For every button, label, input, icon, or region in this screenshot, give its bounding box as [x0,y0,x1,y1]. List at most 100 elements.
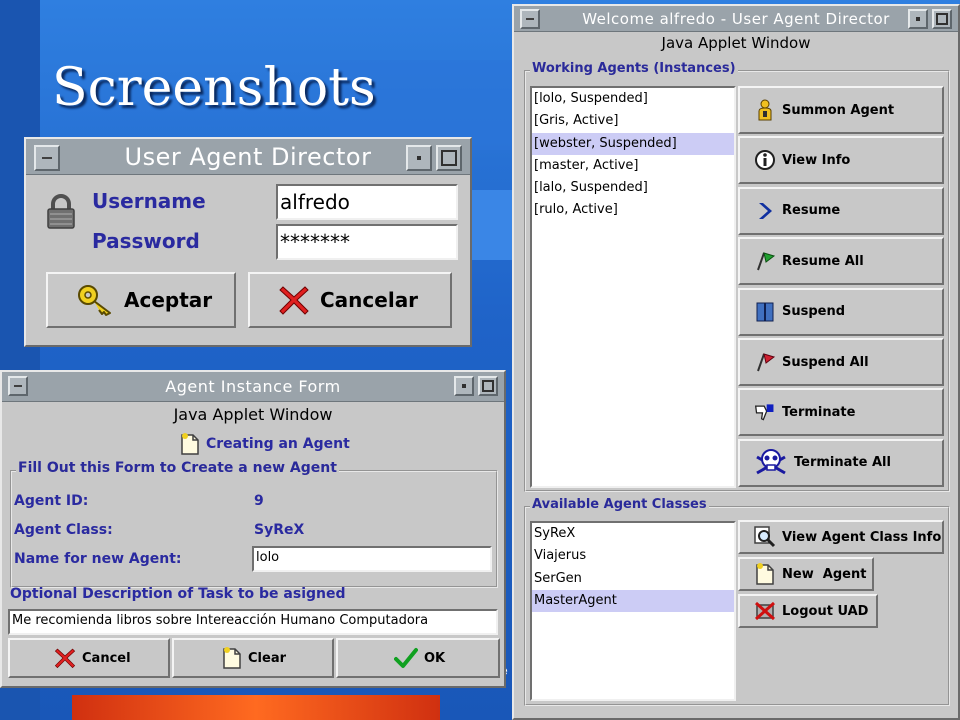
agent-id-value: 9 [254,493,264,509]
description-label: Optional Description of Task to be asign… [10,586,346,602]
username-input[interactable]: alfredo [276,184,458,220]
pause-icon [754,301,776,323]
form-clear-button[interactable]: Clear [172,638,334,678]
action-button-label: Resume All [782,253,864,269]
description-input[interactable]: Me recomienda libros sobre Intereacción … [8,609,498,635]
red-x-icon [279,286,309,315]
suspend-all-button[interactable]: Suspend All [738,338,944,386]
working-agent-item[interactable]: [master, Active] [532,155,734,177]
suspend-button[interactable]: Suspend [738,287,944,336]
working-agent-item[interactable]: [Gris, Active] [532,110,734,132]
window-menu-button[interactable] [8,376,28,396]
action-button-label: View Info [782,152,851,168]
action-button-label: Terminate [782,404,856,420]
form-window-title: Agent Instance Form [165,377,341,396]
password-label: Password [92,229,200,253]
working-agents-label: Working Agents (Instances) [530,61,738,76]
terminate-all-button[interactable]: Terminate All [738,438,944,487]
agent-classes-list[interactable]: SyReX Viajerus SerGen MasterAgent [530,521,736,701]
new-document-icon [756,563,774,585]
skull-icon [754,448,788,475]
info-icon [754,149,776,171]
form-group-label: Fill Out this Form to Create a new Agent [16,460,339,476]
agent-class-label: Agent Class: [14,522,113,538]
view-info-button[interactable]: View Info [738,136,944,185]
director-window-title: Welcome alfredo - User Agent Director [582,9,890,28]
agent-name-input[interactable]: lolo [252,546,492,572]
agent-class-item[interactable]: MasterAgent [532,589,734,613]
form-titlebar[interactable]: Agent Instance Form [2,372,504,402]
form-heading: Creating an Agent [180,432,350,456]
agent-form-window: Agent Instance Form Java Applet Window C… [0,370,506,688]
agent-class-value: SyReX [254,522,305,538]
agent-name-label: Name for new Agent: [14,551,182,567]
action-button-label: Suspend All [782,354,869,370]
slide-title: Screenshots [52,58,376,118]
form-ok-button[interactable]: OK [336,638,500,678]
new-document-icon [181,433,199,455]
maximize-button[interactable] [436,145,462,171]
form-cancel-button[interactable]: Cancel [8,638,170,678]
form-subtitle: Java Applet Window [173,405,333,424]
chevron-right-icon [754,200,776,222]
working-agent-item[interactable]: [rulo, Active] [532,199,734,221]
working-agent-item[interactable]: [lalo, Suspended] [532,177,734,199]
new-document-icon [223,647,241,669]
logout-label: Logout UAD [782,603,869,619]
resume-all-button[interactable]: Resume All [738,237,944,286]
new-agent-button[interactable]: New Agent [738,557,874,591]
magnifier-icon [754,526,776,548]
director-window: Welcome alfredo - User Agent Director Ja… [512,4,960,720]
agent-id-label: Agent ID: [14,493,89,509]
red-flag-icon [754,351,776,373]
working-agent-item[interactable]: [webster, Suspended] [532,132,734,155]
maximize-button[interactable] [478,376,498,396]
window-menu-button[interactable] [34,145,60,171]
new-agent-label: New Agent [782,566,867,582]
logout-icon [755,601,775,621]
red-x-icon [54,648,76,669]
window-menu-button[interactable] [520,9,540,29]
form-cancel-label: Cancel [82,650,131,666]
agent-classes-label: Available Agent Classes [530,497,709,512]
working-agent-item[interactable]: [lolo, Suspended] [532,88,734,110]
form-clear-label: Clear [248,650,286,666]
form-heading-text: Creating an Agent [206,436,350,452]
agent-class-item[interactable]: SyReX [532,523,734,545]
username-label: Username [92,189,206,213]
person-icon [754,99,776,121]
key-icon [78,285,111,316]
slide-orange-bar [72,695,440,720]
minimize-button[interactable] [406,145,432,171]
checkmark-icon [394,648,418,668]
view-agent-class-info-button[interactable]: View Agent Class Info [738,520,944,554]
logout-button[interactable]: Logout UAD [738,594,878,628]
form-ok-label: OK [424,650,446,666]
view-agent-class-info-label: View Agent Class Info [782,529,942,545]
action-button-label: Summon Agent [782,102,895,118]
terminate-button[interactable]: Terminate [738,388,944,437]
director-subtitle: Java Applet Window [661,34,811,52]
minimize-button[interactable] [454,376,474,396]
maximize-button[interactable] [932,9,952,29]
agent-class-item[interactable]: SerGen [532,568,734,590]
lock-icon [47,194,75,229]
action-button-label: Resume [782,203,841,219]
action-button-label: Terminate All [794,455,891,471]
login-window-title: User Agent Director [124,142,372,171]
action-button-label: Suspend [782,304,846,320]
summon-agent-button[interactable]: Summon Agent [738,86,944,134]
cancel-button[interactable]: Cancelar [248,272,452,328]
agent-class-item[interactable]: Viajerus [532,545,734,567]
login-window: User Agent Director Username Password al… [24,137,472,347]
green-flag-icon [754,250,776,272]
director-titlebar[interactable]: Welcome alfredo - User Agent Director [514,6,958,32]
cancel-button-label: Cancelar [320,288,419,312]
accept-button[interactable]: Aceptar [46,272,236,328]
password-input[interactable]: ******* [276,224,458,260]
accept-button-label: Aceptar [124,288,213,312]
login-titlebar[interactable]: User Agent Director [26,139,470,175]
working-agents-list[interactable]: [lolo, Suspended] [Gris, Active] [webster,… [530,86,736,488]
minimize-button[interactable] [908,9,928,29]
resume-button[interactable]: Resume [738,186,944,235]
